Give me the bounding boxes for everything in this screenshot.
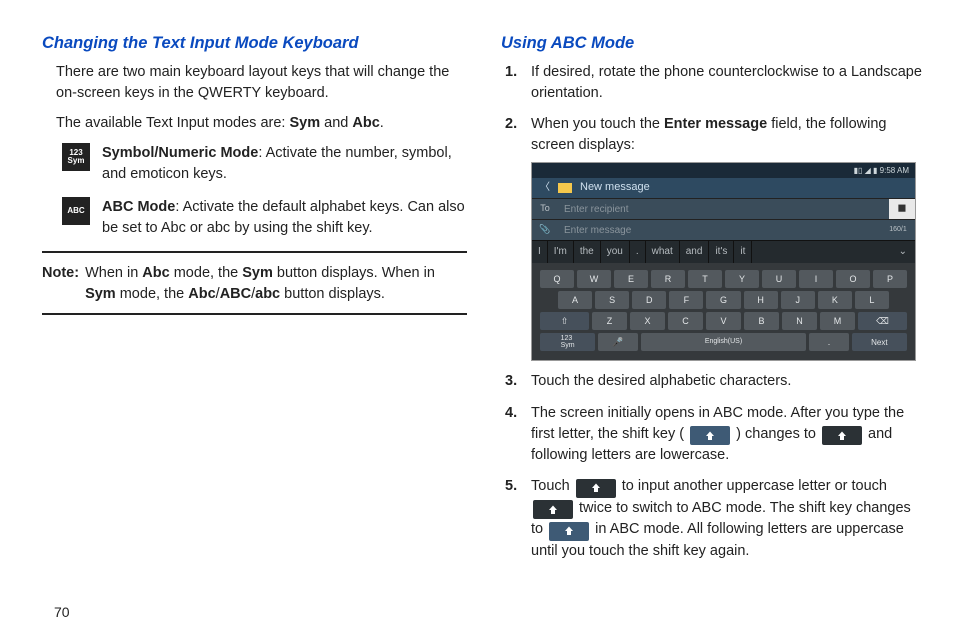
note-block: Note: When in Abc mode, the Sym button d… [42, 263, 467, 305]
recipient-row: To Enter recipient ◼ [532, 198, 915, 219]
sym-key-icon: 123 Sym [62, 143, 90, 171]
heading-using-abc: Using ABC Mode [501, 32, 926, 56]
step-5: Touch to input another uppercase letter … [531, 476, 926, 562]
shift-highlighted-icon [690, 426, 730, 445]
app-title: New message [580, 180, 650, 196]
right-column: Using ABC Mode If desired, rotate the ph… [501, 32, 926, 622]
period-key: . [809, 333, 848, 351]
step-4: The screen initially opens in ABC mode. … [531, 403, 926, 467]
step-1: If desired, rotate the phone countercloc… [531, 62, 926, 104]
divider-bottom [42, 313, 467, 315]
char-counter: 160/1 [881, 225, 915, 235]
message-row: 📎 Enter message 160/1 [532, 219, 915, 240]
step-3: Touch the desired alphabetic characters. [531, 371, 926, 392]
shift-lock-icon [549, 522, 589, 541]
step-2: When you touch the Enter message field, … [531, 114, 926, 362]
abc-key-icon: ABC [62, 197, 90, 225]
heading-changing-mode: Changing the Text Input Mode Keyboard [42, 32, 467, 56]
prediction-bar: I I'm the you . what and it's it ⌄ [532, 240, 915, 264]
message-field: Enter message [558, 220, 881, 240]
status-time: 9:58 AM [880, 165, 909, 177]
shift-normal-icon [576, 479, 616, 498]
mic-key: 🎤 [598, 333, 637, 351]
abc-mode-row: ABC ABC Mode: Activate the default alpha… [62, 197, 467, 239]
keyboard: QWERTYUIOP ASDFGHJKL ⇧ ZXCVBNM ⌫ 123 Sym [532, 263, 915, 360]
left-p2: The available Text Input modes are: Sym … [56, 113, 467, 134]
attach-icon: 📎 [532, 223, 558, 236]
envelope-icon [558, 183, 572, 193]
back-icon: 〈 [540, 181, 550, 196]
space-key: English(US) [641, 333, 807, 351]
next-key: Next [852, 333, 907, 351]
app-header: 〈 New message [532, 178, 915, 198]
backspace-key: ⌫ [858, 312, 907, 330]
left-column: Changing the Text Input Mode Keyboard Th… [42, 32, 467, 622]
sym-key: 123 Sym [540, 333, 595, 351]
phone-screenshot: ▮▯ ◢ ▮ 9:58 AM 〈 New message To Enter re… [531, 162, 916, 362]
divider-top [42, 251, 467, 253]
status-bar: ▮▯ ◢ ▮ 9:58 AM [532, 163, 915, 178]
recipient-field: Enter recipient [558, 199, 889, 219]
shift-key: ⇧ [540, 312, 589, 330]
shift-normal-icon [533, 500, 573, 519]
page-number: 70 [54, 604, 70, 620]
shift-normal-icon [822, 426, 862, 445]
chevron-down-icon: ⌄ [891, 241, 915, 264]
sym-mode-row: 123 Sym Symbol/Numeric Mode: Activate th… [62, 143, 467, 185]
left-p1: There are two main keyboard layout keys … [56, 62, 467, 104]
signal-icon: ▮▯ ◢ ▮ [854, 165, 878, 177]
contact-icon: ◼ [889, 199, 915, 219]
